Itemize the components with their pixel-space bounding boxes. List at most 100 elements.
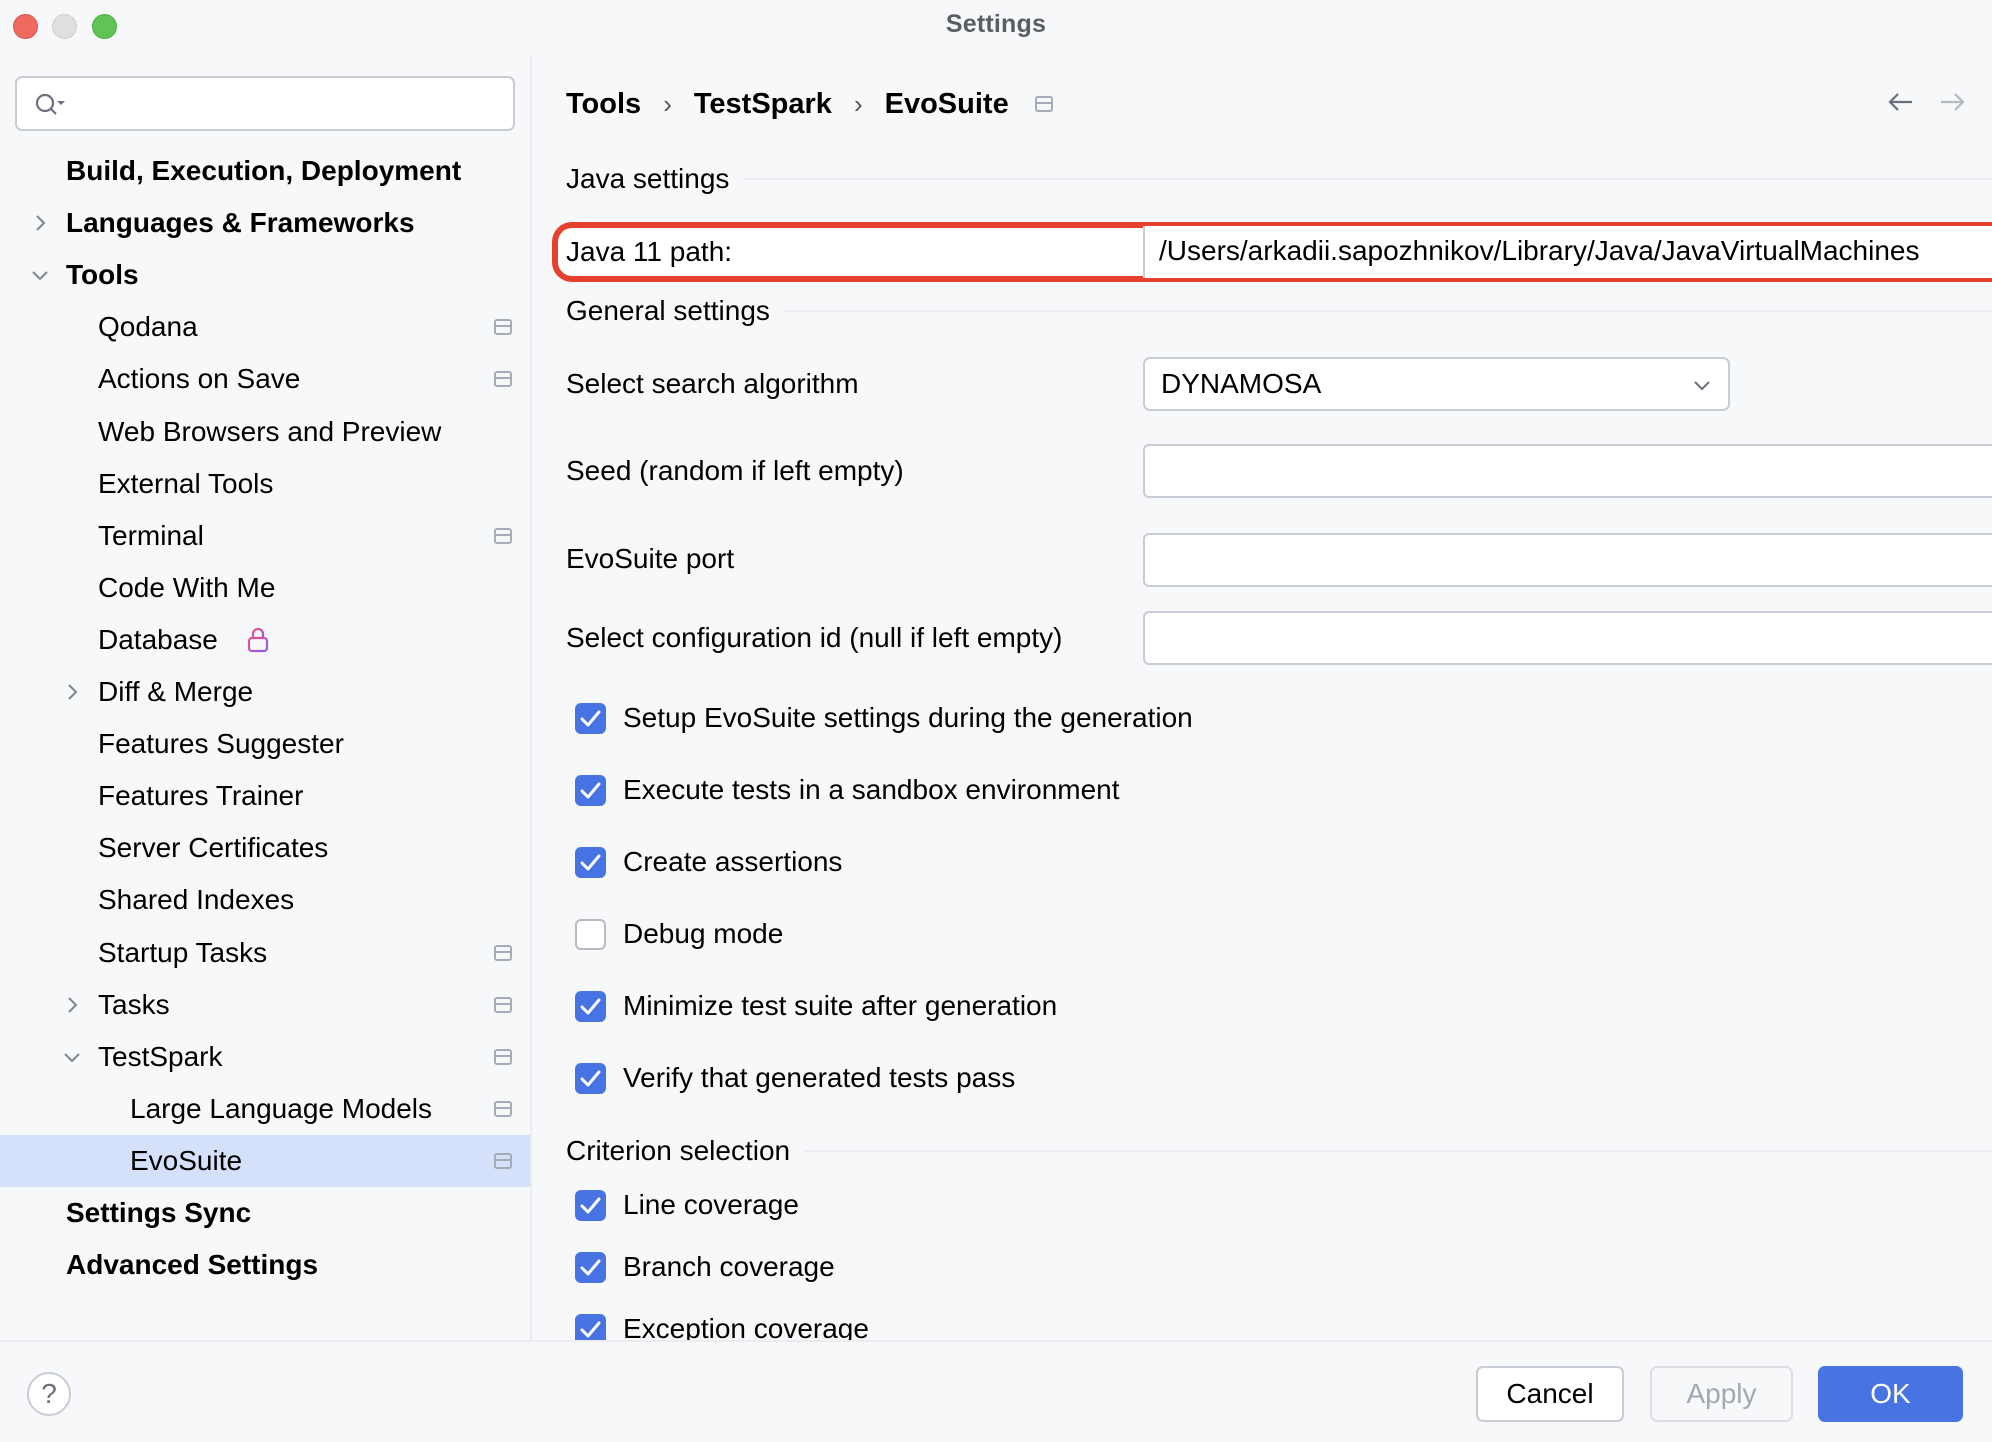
checkmark-icon [580,1259,601,1275]
checkbox-label: Create assertions [623,846,843,877]
sidebar-item-database[interactable]: Database [0,614,530,666]
checkbox-row-line-coverage[interactable]: Line coverage [575,1185,799,1225]
help-button[interactable]: ? [27,1372,71,1416]
sidebar-item-web-browsers-and-preview[interactable]: Web Browsers and Preview [0,406,530,458]
checkbox-checked[interactable] [575,1313,606,1340]
sidebar-item-external-tools[interactable]: External Tools [0,458,530,510]
sidebar-item-build-execution-deployment[interactable]: Build, Execution, Deployment [0,145,530,197]
checkbox-row-verify-that-generated-tests-pass[interactable]: Verify that generated tests pass [575,1058,1015,1098]
checkmark-icon [580,998,601,1014]
sidebar-item-label: TestSpark [98,1040,223,1072]
search-algorithm-dropdown[interactable]: DYNAMOSA [1143,357,1730,411]
checkbox-checked[interactable] [575,846,606,878]
sidebar-item-actions-on-save[interactable]: Actions on Save [0,353,530,405]
settings-content: Tools › TestSpark › EvoSuite Java settin… [534,56,1992,1340]
configuration-id-input[interactable] [1143,611,1992,665]
cancel-button[interactable]: Cancel [1476,1366,1624,1422]
checkbox-unchecked[interactable] [575,918,606,950]
checkbox-checked[interactable] [575,990,606,1022]
checkbox-checked[interactable] [575,1251,606,1283]
breadcrumb-item-tools[interactable]: Tools [566,88,641,121]
breadcrumb-item-testspark[interactable]: TestSpark [694,88,832,121]
sidebar-item-evosuite[interactable]: EvoSuite [0,1134,530,1187]
sidebar-item-terminal[interactable]: Terminal [0,510,530,562]
project-level-icon [1034,96,1053,112]
sidebar-item-label: Features Suggester [98,728,344,760]
search-algorithm-value: DYNAMOSA [1161,368,1322,399]
checkbox-row-branch-coverage[interactable]: Branch coverage [575,1247,835,1287]
chevron-down-icon[interactable] [30,265,50,285]
checkbox-checked[interactable] [575,1189,606,1221]
checkbox-row-minimize-test-suite-after-generation[interactable]: Minimize test suite after generation [575,986,1057,1026]
checkmark-icon [580,1321,601,1337]
sidebar-item-tasks[interactable]: Tasks [0,979,530,1031]
ok-button[interactable]: OK [1818,1366,1963,1422]
chevron-right-icon[interactable] [30,213,50,233]
section-title: Java settings [566,163,730,194]
evosuite-port-label: EvoSuite port [566,543,735,574]
settings-search-input[interactable] [15,76,515,131]
checkbox-checked[interactable] [575,702,606,734]
general-settings-header: General settings [566,293,1992,329]
sidebar-item-label: Advanced Settings [66,1249,319,1281]
search-algorithm-label: Select search algorithm [566,368,859,399]
chevron-right-icon[interactable] [62,995,82,1015]
window-title: Settings [945,10,1047,38]
forward-arrow-icon[interactable] [1937,90,1967,114]
checkbox-row-exception-coverage[interactable]: Exception coverage [575,1309,869,1340]
sidebar-item-settings-sync[interactable]: Settings Sync [0,1187,530,1239]
sidebar-item-label: Web Browsers and Preview [98,415,442,447]
section-title: General settings [566,295,770,326]
sidebar-item-label: Features Trainer [98,780,304,812]
project-level-icon [494,527,512,544]
java-path-highlight: Java 11 path: /Users/arkadii.sapozhnikov… [552,222,1992,282]
breadcrumb-separator: › [853,88,863,119]
checkmark-icon [580,1197,601,1213]
sidebar-item-label: Shared Indexes [98,884,295,916]
checkbox-checked[interactable] [575,1062,606,1094]
java-path-field[interactable]: /Users/arkadii.sapozhnikov/Library/Java/… [1143,226,1992,278]
checkbox-row-debug-mode[interactable]: Debug mode [575,914,783,954]
sidebar-item-testspark[interactable]: TestSpark [0,1031,530,1083]
checkbox-checked[interactable] [575,774,606,806]
project-level-icon [494,1100,512,1117]
sidebar-item-features-suggester[interactable]: Features Suggester [0,718,530,770]
seed-input[interactable] [1143,444,1992,498]
checkbox-row-create-assertions[interactable]: Create assertions [575,842,842,882]
sidebar-item-diff-merge[interactable]: Diff & Merge [0,666,530,718]
sidebar-item-code-with-me[interactable]: Code With Me [0,562,530,614]
breadcrumb-item-evosuite: EvoSuite [884,87,1009,120]
divider [804,1150,1992,1152]
apply-button[interactable]: Apply [1650,1366,1793,1422]
sidebar-item-label: External Tools [98,467,274,499]
java-path-label: Java 11 path: [566,236,733,267]
sidebar-item-shared-indexes[interactable]: Shared Indexes [0,874,530,926]
settings-sidebar: Build, Execution, Deployment Languages & … [0,56,532,1340]
checkbox-row-setup-evosuite-settings-during-the-generation[interactable]: Setup EvoSuite settings during the gener… [575,698,1193,738]
section-title: Criterion selection [566,1135,791,1166]
sidebar-item-label: Diff & Merge [98,676,254,707]
sidebar-item-features-trainer[interactable]: Features Trainer [0,770,530,822]
search-icon [35,93,65,115]
sidebar-item-label: Settings Sync [66,1197,252,1228]
sidebar-item-qodana[interactable]: Qodana [0,301,530,353]
sidebar-item-label: Tools [66,259,139,291]
checkbox-label: Setup EvoSuite settings during the gener… [623,702,1193,733]
sidebar-item-advanced-settings[interactable]: Advanced Settings [0,1239,530,1291]
sidebar-item-tools[interactable]: Tools [0,249,530,301]
sidebar-item-label: EvoSuite [130,1144,243,1176]
back-arrow-icon[interactable] [1886,90,1916,114]
evosuite-port-input[interactable] [1143,533,1992,587]
settings-window: Settings Build, Execution, Deployment Lan… [0,0,1992,1442]
chevron-right-icon[interactable] [62,682,82,702]
sidebar-item-server-certificates[interactable]: Server Certificates [0,822,530,874]
sidebar-item-languages-frameworks[interactable]: Languages & Frameworks [0,197,530,249]
chevron-down-icon [1694,381,1710,391]
criterion-selection-header: Criterion selection [566,1133,1992,1169]
project-level-icon [494,1048,512,1065]
checkbox-row-execute-tests-in-a-sandbox-environment[interactable]: Execute tests in a sandbox environment [575,770,1120,810]
checkmark-icon [580,710,601,726]
sidebar-item-startup-tasks[interactable]: Startup Tasks [0,927,530,979]
chevron-down-icon[interactable] [62,1047,82,1067]
sidebar-item-large-language-models[interactable]: Large Language Models [0,1083,530,1135]
